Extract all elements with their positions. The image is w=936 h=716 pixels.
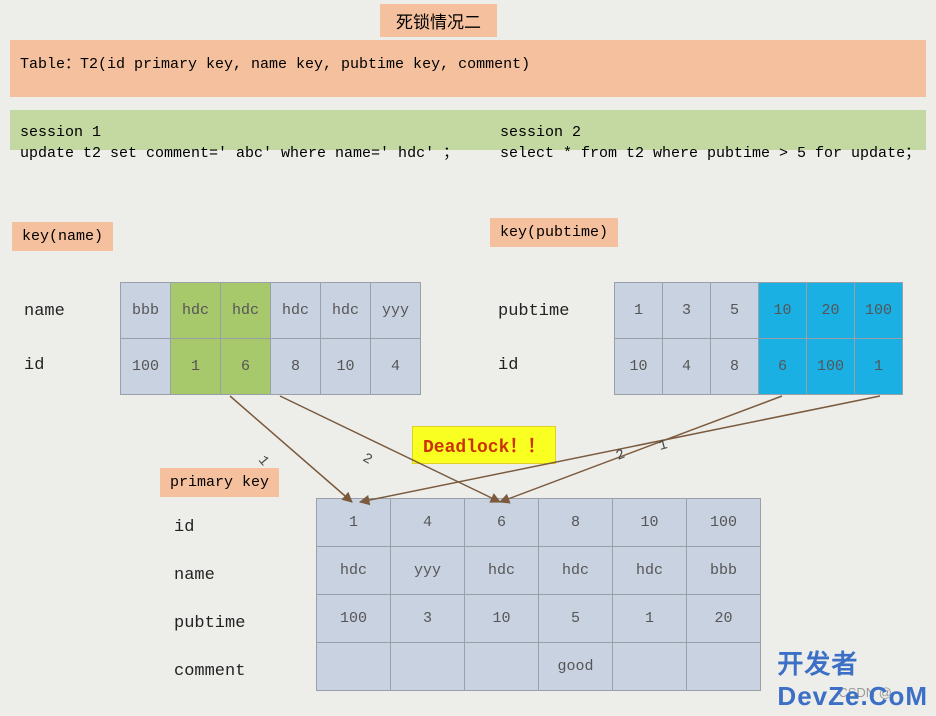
svg-text:2: 2 bbox=[614, 447, 628, 465]
table-cell: hdc bbox=[221, 283, 271, 339]
table-cell: 5 bbox=[539, 595, 613, 643]
table-cell: hdc bbox=[613, 547, 687, 595]
main-rowlabel-name: name bbox=[174, 566, 215, 585]
table-cell: 5 bbox=[711, 283, 759, 339]
table-cell: 3 bbox=[663, 283, 711, 339]
table-cell bbox=[391, 643, 465, 691]
table-cell: 1 bbox=[613, 595, 687, 643]
page-title: 死锁情况二 bbox=[380, 4, 497, 37]
table-cell: 10 bbox=[759, 283, 807, 339]
table-cell: hdc bbox=[321, 283, 371, 339]
table-cell: hdc bbox=[271, 283, 321, 339]
table-cell: 1 bbox=[855, 339, 903, 395]
main-rowlabel-comment: comment bbox=[174, 662, 245, 681]
table-cell: 10 bbox=[321, 339, 371, 395]
table-cell: 20 bbox=[807, 283, 855, 339]
key-pubtime-tag: key(pubtime) bbox=[490, 218, 618, 247]
session2-label: session 2 bbox=[500, 124, 920, 141]
table-cell: 1 bbox=[317, 499, 391, 547]
primary-key-tag: primary key bbox=[160, 468, 279, 497]
table-cell: 10 bbox=[613, 499, 687, 547]
table-cell: 4 bbox=[663, 339, 711, 395]
session1-sql: update t2 set comment=' abc' where name=… bbox=[20, 141, 458, 162]
table-cell bbox=[465, 643, 539, 691]
table-cell bbox=[687, 643, 761, 691]
table-cell: 100 bbox=[317, 595, 391, 643]
table-cell: 8 bbox=[539, 499, 613, 547]
right-index-table: 1351020100104861001 bbox=[614, 282, 903, 395]
table-cell: hdc bbox=[539, 547, 613, 595]
table-cell: hdc bbox=[171, 283, 221, 339]
table-cell: 100 bbox=[687, 499, 761, 547]
right-rowlabel-pubtime: pubtime bbox=[498, 302, 569, 321]
deadlock-label: Deadlock！！ bbox=[412, 426, 556, 464]
table-cell: 100 bbox=[807, 339, 855, 395]
table-declaration: Table：T2(id primary key, name key, pubti… bbox=[10, 40, 926, 97]
left-rowlabel-name: name bbox=[24, 302, 65, 321]
table-cell bbox=[317, 643, 391, 691]
table-cell: 10 bbox=[465, 595, 539, 643]
table-cell: yyy bbox=[371, 283, 421, 339]
table-cell: 4 bbox=[391, 499, 465, 547]
session1-label: session 1 bbox=[20, 124, 458, 141]
table-cell: 100 bbox=[855, 283, 903, 339]
table-cell: 6 bbox=[465, 499, 539, 547]
table-cell: bbb bbox=[687, 547, 761, 595]
table-cell: 8 bbox=[711, 339, 759, 395]
session2-sql: select * from t2 where pubtime > 5 for u… bbox=[500, 141, 920, 162]
table-cell: hdc bbox=[317, 547, 391, 595]
svg-text:2: 2 bbox=[360, 450, 375, 468]
table-cell: 20 bbox=[687, 595, 761, 643]
table-cell: 1 bbox=[615, 283, 663, 339]
table-cell: yyy bbox=[391, 547, 465, 595]
table-cell: 8 bbox=[271, 339, 321, 395]
right-rowlabel-id: id bbox=[498, 356, 518, 375]
watermark-devze: 开发者 DevZe.CoM bbox=[777, 644, 928, 712]
table-cell: 100 bbox=[121, 339, 171, 395]
table-cell bbox=[613, 643, 687, 691]
key-name-tag: key(name) bbox=[12, 222, 113, 251]
table-cell: 4 bbox=[371, 339, 421, 395]
table-cell: 6 bbox=[221, 339, 271, 395]
session-panel: session 1 update t2 set comment=' abc' w… bbox=[10, 110, 926, 150]
main-rowlabel-id: id bbox=[174, 518, 194, 537]
table-cell: 1 bbox=[171, 339, 221, 395]
table-cell: good bbox=[539, 643, 613, 691]
table-cell: 10 bbox=[615, 339, 663, 395]
table-cell: bbb bbox=[121, 283, 171, 339]
main-rowlabel-pubtime: pubtime bbox=[174, 614, 245, 633]
left-rowlabel-id: id bbox=[24, 356, 44, 375]
table-cell: hdc bbox=[465, 547, 539, 595]
table-cell: 3 bbox=[391, 595, 465, 643]
table-cell: 6 bbox=[759, 339, 807, 395]
svg-text:1: 1 bbox=[657, 437, 669, 455]
primary-key-table: 146810100hdcyyyhdchdchdcbbb1003105120goo… bbox=[316, 498, 761, 691]
left-index-table: bbbhdchdchdchdcyyy100168104 bbox=[120, 282, 421, 395]
